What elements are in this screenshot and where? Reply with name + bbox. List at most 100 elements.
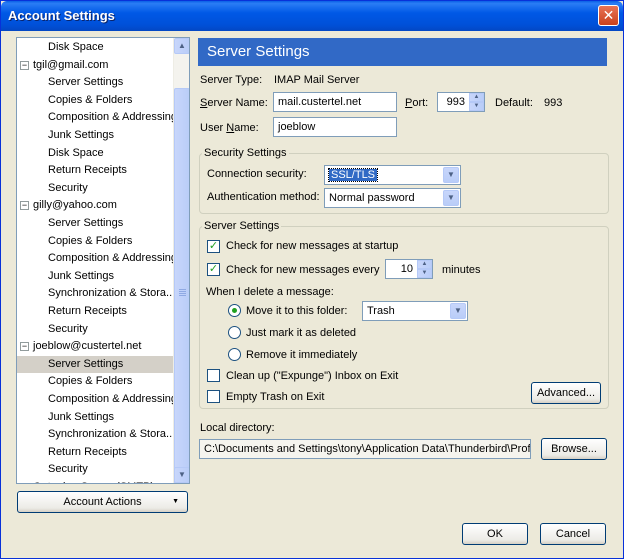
dropdown-arrow-icon: ▼ — [172, 498, 179, 505]
tree-item[interactable]: Composition & Addressing — [17, 109, 175, 126]
tree-item[interactable]: Server Settings — [17, 215, 175, 232]
connection-security-select[interactable]: SSL/TLS ▼ — [324, 165, 461, 185]
default-label: Default: — [495, 97, 533, 109]
tree-item[interactable]: Security — [17, 180, 175, 197]
tree-item[interactable]: Composition & Addressing — [17, 250, 175, 267]
account-actions-button[interactable]: Account Actions ▼ — [17, 491, 188, 513]
tree-scrollbar[interactable]: ▲ ▼ — [173, 38, 189, 483]
spin-up-icon: ▲ — [469, 93, 484, 102]
tree-item-label: Server Settings — [48, 357, 124, 370]
tree-account-item[interactable]: − gilly@yahoo.com — [17, 197, 175, 214]
tree-item[interactable]: Return Receipts — [17, 303, 175, 320]
tree-item-label: Server Settings — [48, 217, 124, 229]
account-actions-label: Account Actions — [63, 496, 142, 508]
interval-spinner[interactable]: ▲ ▼ — [417, 260, 432, 278]
account-tree[interactable]: Disk Space − tgil@gmail.com Server Settings… — [16, 37, 190, 484]
move-folder-select[interactable]: Trash ▼ — [362, 301, 468, 321]
tree-item[interactable]: Server Settings — [17, 74, 175, 91]
tree-item[interactable]: Return Receipts — [17, 444, 175, 461]
tree-item-label: Outgoing Server (SMTP) — [33, 481, 154, 483]
tree-item-label: Synchronization & Stora... — [48, 428, 175, 441]
tree-item-label: Junk Settings — [48, 129, 115, 141]
tree-item-label: Security — [48, 463, 88, 476]
connection-security-value: SSL/TLS — [327, 168, 379, 182]
tree-item[interactable]: Security — [17, 321, 175, 338]
tree-item-label: Return Receipts — [48, 445, 127, 458]
chevron-down-icon[interactable]: ▼ — [443, 190, 459, 206]
tree-item[interactable]: Copies & Folders — [17, 92, 175, 109]
tree-item-label: Junk Settings — [48, 269, 115, 282]
title-bar[interactable]: Account Settings ✕ — [1, 1, 623, 31]
tree-item[interactable]: Disk Space — [17, 39, 175, 56]
move-to-folder-radio[interactable] — [228, 304, 241, 317]
tree-account-item[interactable]: − joeblow@custertel.net — [17, 338, 175, 355]
server-type-value: IMAP Mail Server — [274, 74, 360, 86]
tree-item-label: Copies & Folders — [48, 234, 133, 247]
move-to-folder-label: Move it to this folder: — [246, 305, 348, 317]
tree-item[interactable]: Server Settings — [17, 355, 175, 373]
server-name-input[interactable]: mail.custertel.net — [273, 92, 397, 112]
cleanup-inbox-label: Clean up ("Expunge") Inbox on Exit — [226, 370, 399, 382]
cancel-button[interactable]: Cancel — [540, 523, 606, 545]
spin-down-icon: ▼ — [417, 269, 432, 278]
scroll-down-button[interactable]: ▼ — [174, 467, 189, 483]
tree-account-item[interactable]: − tgil@gmail.com — [17, 57, 175, 74]
chevron-down-icon[interactable]: ▼ — [443, 167, 459, 183]
check-interval-input[interactable]: 10 ▲ ▼ — [385, 259, 433, 279]
tree-item[interactable]: Synchronization & Stora... — [17, 285, 175, 302]
cleanup-inbox-checkbox[interactable] — [207, 369, 220, 382]
server-type-label: Server Type: — [200, 74, 263, 86]
check-every-checkbox[interactable]: ✓ — [207, 263, 220, 276]
collapse-icon[interactable]: − — [20, 342, 29, 352]
check-startup-checkbox[interactable]: ✓ — [207, 240, 220, 253]
tree-item[interactable]: Copies & Folders — [17, 373, 175, 390]
check-startup-label: Check for new messages at startup — [226, 240, 399, 252]
tree-account-item[interactable]: Outgoing Server (SMTP) — [17, 479, 175, 483]
scroll-up-button[interactable]: ▲ — [174, 38, 189, 54]
tree-item[interactable]: Synchronization & Stora... — [17, 426, 175, 443]
tree-item-label: Return Receipts — [48, 305, 127, 317]
chevron-down-icon[interactable]: ▼ — [450, 303, 466, 319]
auth-method-value: Normal password — [329, 192, 415, 204]
tree-item-label: Synchronization & Stora... — [48, 287, 175, 300]
collapse-icon[interactable]: − — [20, 201, 29, 211]
tree-item[interactable]: Junk Settings — [17, 268, 175, 285]
browse-button[interactable]: Browse... — [541, 438, 607, 460]
move-folder-value: Trash — [367, 305, 395, 317]
tree-item-label: Return Receipts — [48, 164, 127, 177]
auth-method-label: Authentication method: — [207, 191, 320, 203]
advanced-button[interactable]: Advanced... — [531, 382, 601, 404]
tree-item[interactable]: Return Receipts — [17, 162, 175, 179]
tree-item[interactable]: Copies & Folders — [17, 233, 175, 250]
tree-item-label: gilly@yahoo.com — [33, 199, 117, 212]
auth-method-select[interactable]: Normal password ▼ — [324, 188, 461, 208]
security-settings-title: Security Settings — [202, 147, 289, 159]
delete-message-label: When I delete a message: — [206, 286, 334, 298]
port-spinner[interactable]: ▲ ▼ — [469, 93, 484, 111]
user-name-input[interactable]: joeblow — [273, 117, 397, 137]
tree-item[interactable]: Security — [17, 461, 175, 478]
mark-deleted-radio[interactable] — [228, 326, 241, 339]
account-settings-window: Account Settings ✕ Disk Space − tgil@gmail… — [0, 0, 624, 559]
spin-up-icon: ▲ — [417, 260, 432, 269]
port-value: 993 — [446, 96, 465, 108]
empty-trash-checkbox[interactable] — [207, 390, 220, 403]
ok-button[interactable]: OK — [462, 523, 528, 545]
tree-item-label: joeblow@custertel.net — [33, 340, 142, 353]
server-settings-title: Server Settings — [202, 220, 282, 232]
tree-item-label: tgil@gmail.com — [33, 58, 109, 71]
collapse-icon[interactable]: − — [20, 60, 29, 70]
local-directory-input[interactable]: C:\Documents and Settings\tony\Applicati… — [199, 439, 531, 459]
tree-item[interactable]: Disk Space — [17, 145, 175, 162]
tree-item[interactable]: Junk Settings — [17, 409, 175, 426]
scroll-thumb[interactable] — [174, 88, 189, 483]
tree-item[interactable]: Junk Settings — [17, 127, 175, 144]
close-icon[interactable]: ✕ — [598, 5, 619, 26]
tree-item-label: Composition & Addressing — [48, 111, 175, 124]
remove-immediately-radio[interactable] — [228, 348, 241, 361]
tree-item-label: Junk Settings — [48, 410, 115, 423]
tree-item[interactable]: Composition & Addressing — [17, 391, 175, 408]
port-input[interactable]: 993 ▲ ▼ — [437, 92, 485, 112]
tree-item-label: Security — [48, 322, 88, 335]
panel-title: Server Settings — [198, 38, 607, 66]
